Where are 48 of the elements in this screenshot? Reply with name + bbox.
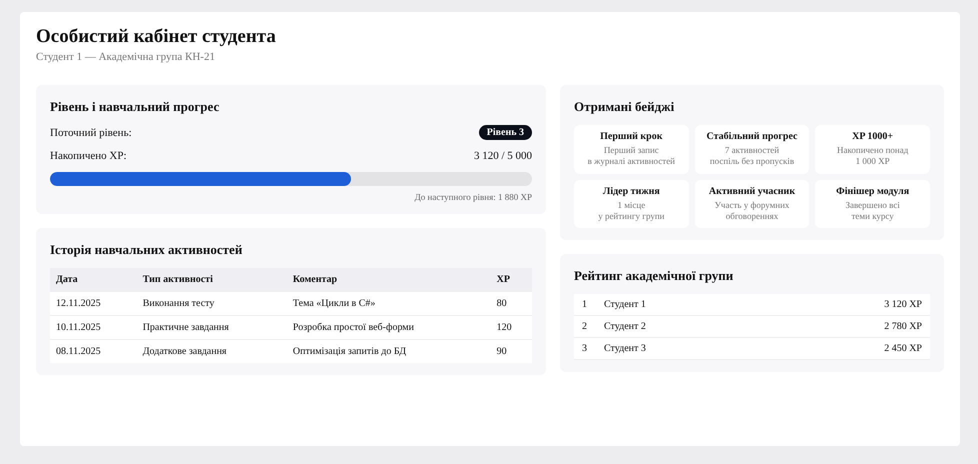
xp-amount: 2 780 XP: [884, 321, 922, 332]
table-cell: Тема «Цикли в C#»: [286, 292, 491, 316]
xp-value: 3 120 / 5 000: [474, 150, 532, 162]
panel-title: Рівень і навчальний прогрес: [50, 99, 220, 115]
table-cell: 80: [490, 292, 532, 316]
level-label: Поточний рівень:: [50, 126, 132, 138]
table-cell: 120: [490, 316, 532, 340]
badge-description: Накопичено понад 1 000 XP: [836, 145, 910, 168]
xp-label: Накопичено XP:: [50, 150, 127, 162]
table-cell: Практичне завдання: [136, 316, 287, 340]
rank-number: 1: [582, 299, 588, 310]
table-cell: 10.11.2025: [50, 316, 137, 340]
column-header: Коментар: [286, 268, 491, 292]
table-cell: 12.11.2025: [50, 292, 137, 316]
badge-description: 7 активностей поспіль без пропусків: [708, 145, 796, 168]
table-cell: 08.11.2025: [50, 340, 137, 363]
xp-amount: 3 120 XP: [884, 299, 922, 310]
student-name: Студент 3: [604, 343, 647, 354]
table-cell: Розробка простої веб-форми: [286, 316, 491, 340]
badge-name: Перший крок: [599, 131, 664, 142]
rank-number: 3: [582, 343, 588, 354]
badge-description: Перший запис в журналі активностей: [586, 145, 676, 168]
column-header: Тип активності: [136, 268, 287, 292]
panel-title: Історія навчальних активностей: [50, 242, 244, 258]
level-badge: Рівень 3: [478, 125, 532, 140]
student-name: Студент 2: [604, 321, 647, 332]
badge-description: 1 місце у рейтингу групи: [597, 200, 666, 222]
badge-description: Участь у форумних обговореннях: [714, 200, 790, 222]
student-name: Студент 1: [604, 299, 647, 310]
table-cell: Виконання тесту: [136, 292, 287, 316]
rank-number: 2: [582, 321, 588, 332]
table-cell: Оптимізація запитів до БД: [286, 340, 491, 363]
badge-name: Активний учасник: [708, 186, 796, 196]
badge-name: XP 1000+: [851, 131, 894, 142]
badge-name: Фінішер модуля: [835, 186, 910, 196]
table-cell: 90: [490, 340, 532, 363]
panel-title: Отримані бейджі: [574, 99, 676, 115]
page-subtitle: Студент 1 — Академічна група КН-21: [36, 51, 216, 63]
badge-name: Стабільний прогрес: [705, 131, 798, 142]
next-level-note: До наступного рівня: 1 880 XP: [414, 192, 532, 202]
column-header: Дата: [50, 268, 137, 292]
column-header: XP: [490, 268, 532, 292]
panel-title: Рейтинг академічної групи: [574, 268, 734, 284]
badge-name: Лідер тижня: [602, 186, 661, 196]
badge-description: Завершено всі теми курсу: [844, 200, 901, 222]
page-title: Особистий кабінет студента: [36, 26, 277, 48]
xp-amount: 2 450 XP: [884, 343, 922, 354]
table-cell: Додаткове завдання: [136, 340, 287, 363]
